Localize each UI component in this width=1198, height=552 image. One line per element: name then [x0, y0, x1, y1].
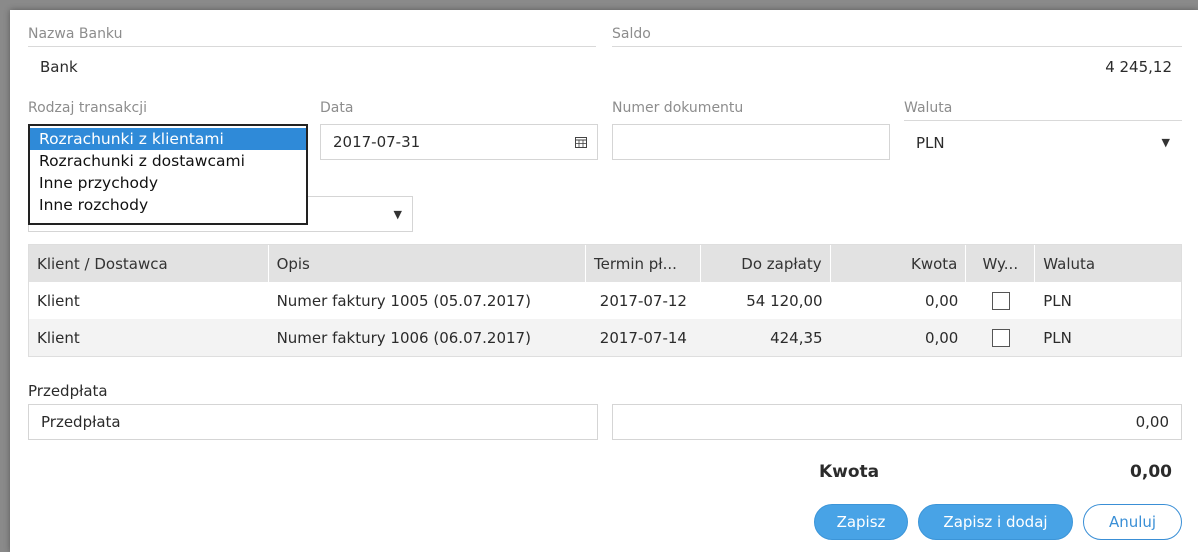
cell-amount[interactable]: 0,00 [831, 282, 967, 319]
transaction-type-dropdown[interactable]: Rozrachunki z klientami Rozrachunki z dos… [28, 124, 308, 225]
total-label: Kwota [819, 462, 880, 482]
dropdown-option[interactable]: Rozrachunki z dostawcami [30, 150, 306, 172]
prepayment-amount-input[interactable]: 0,00 [612, 404, 1182, 440]
prepayment-name-input[interactable]: Przedpłata [28, 404, 598, 440]
saldo-label: Saldo [612, 26, 651, 42]
cancel-button[interactable]: Anuluj [1083, 504, 1182, 540]
dropdown-option[interactable]: Rozrachunki z klientami [30, 128, 306, 150]
currency-select[interactable]: PLN ▼ [904, 128, 1182, 158]
cell-currency: PLN [1043, 291, 1072, 310]
header-amount[interactable]: Kwota [831, 245, 967, 282]
chevron-down-icon: ▼ [1161, 136, 1170, 149]
doc-number-label: Numer dokumentu [612, 100, 744, 116]
save-and-add-button[interactable]: Zapisz i dodaj [918, 504, 1073, 540]
header-currency[interactable]: Waluta [1035, 245, 1181, 282]
table-header: Klient / Dostawca Opis Termin pł... Do z… [29, 245, 1181, 282]
chevron-down-icon: ▼ [393, 208, 402, 221]
transaction-dialog: Nazwa Banku Bank Saldo 4 245,12 Rodzaj t… [10, 10, 1198, 552]
bank-label: Nazwa Banku [28, 26, 123, 42]
table-row[interactable]: Klient Numer faktury 1005 (05.07.2017) 2… [29, 282, 1181, 319]
cell-currency: PLN [1043, 328, 1072, 347]
cell-party: Klient [37, 291, 80, 310]
cell-select [966, 282, 1035, 319]
table-row[interactable]: Klient Numer faktury 1006 (06.07.2017) 2… [29, 319, 1181, 356]
header-description[interactable]: Opis [269, 245, 586, 282]
header-party[interactable]: Klient / Dostawca [29, 245, 269, 282]
cell-party: Klient [37, 328, 80, 347]
bank-value: Bank [40, 58, 78, 76]
divider [904, 120, 1182, 121]
save-button[interactable]: Zapisz [814, 504, 908, 540]
calendar-icon[interactable] [575, 136, 587, 148]
divider [612, 46, 1182, 47]
currency-label: Waluta [904, 100, 953, 116]
cell-amount[interactable]: 0,00 [831, 319, 967, 356]
dropdown-option[interactable]: Inne przychody [30, 172, 306, 194]
doc-number-input[interactable] [612, 124, 890, 160]
invoice-table: Klient / Dostawca Opis Termin pł... Do z… [28, 244, 1182, 357]
cell-to-pay: 424,35 [770, 328, 823, 347]
cell-to-pay: 54 120,00 [746, 291, 823, 310]
cell-due-date: 2017-07-12 [599, 291, 687, 310]
total-value: 0,00 [1130, 462, 1172, 482]
divider [28, 46, 596, 47]
cell-due-date: 2017-07-14 [599, 328, 687, 347]
cell-description: Numer faktury 1006 (06.07.2017) [276, 328, 531, 347]
checkbox-icon[interactable] [991, 291, 1010, 310]
cell-description: Numer faktury 1005 (05.07.2017) [276, 291, 531, 310]
dropdown-option[interactable]: Inne rozchody [30, 194, 306, 216]
date-value: 2017-07-31 [333, 133, 421, 151]
transaction-type-label: Rodzaj transakcji [28, 100, 147, 116]
date-input[interactable]: 2017-07-31 [320, 124, 598, 160]
header-due-date[interactable]: Termin pł... [586, 245, 701, 282]
date-label: Data [320, 100, 354, 116]
currency-value: PLN [916, 134, 945, 152]
header-to-pay[interactable]: Do zapłaty [701, 245, 831, 282]
header-select[interactable]: Wy... [966, 245, 1036, 282]
checkbox-icon[interactable] [991, 328, 1010, 347]
cell-select [966, 319, 1035, 356]
prepayment-label: Przedpłata [28, 382, 108, 400]
saldo-value: 4 245,12 [1105, 58, 1172, 76]
